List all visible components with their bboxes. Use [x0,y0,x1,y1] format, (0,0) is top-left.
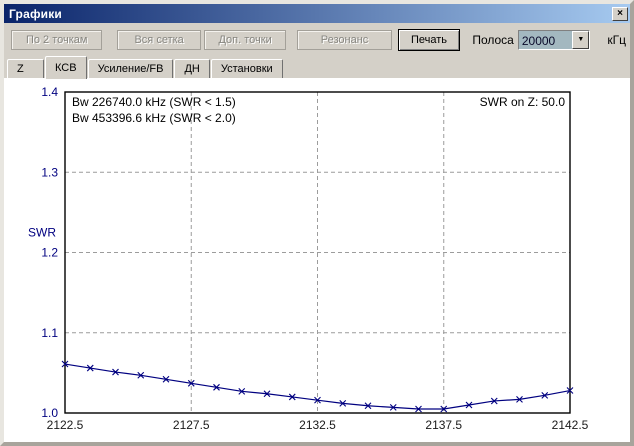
x-tick-label: 2132.5 [299,418,336,432]
titlebar[interactable]: Графики × [4,4,630,23]
x-tick-label: 2137.5 [425,418,462,432]
bandwidth-annotation-1: Bw 226740.0 kHz (SWR < 1.5) [72,95,236,109]
x-tick-label: 2142.5 [552,418,589,432]
print-button[interactable]: Печать [397,28,461,51]
tab-bar: Z КСВ Усиление/FB ДН Установки [4,56,630,79]
gridlines [65,92,570,413]
y-tick-label: 1.2 [41,246,58,260]
band-unit-label: кГц [607,32,626,47]
swr-impedance-annotation: SWR on Z: 50.0 [479,95,565,109]
x-tick-label: 2122.5 [47,418,84,432]
window-title: Графики [9,6,63,21]
tab-z[interactable]: Z [7,59,44,78]
tab-settings[interactable]: Установки [210,59,283,78]
band-dropdown-button[interactable]: ▼ [572,30,590,49]
tab-gain-fb[interactable]: Усиление/FB [87,59,174,78]
chart-area: 1.0 1.1 1.2 1.3 1.4 2122.5 2127.5 2132.5 2137.5 2… [4,78,630,442]
tab-ksv[interactable]: КСВ [45,56,87,79]
whole-grid-button[interactable]: Вся сетка [117,29,201,50]
x-tick-label: 2127.5 [173,418,210,432]
y-tick-label: 1.1 [41,326,58,340]
bandwidth-annotation-2: Bw 453396.6 kHz (SWR < 2.0) [72,111,236,125]
y-tick-label: 1.4 [41,85,58,99]
close-button[interactable]: × [612,6,628,21]
extra-points-button[interactable]: Доп. точки [203,29,287,50]
two-points-button[interactable]: По 2 точкам [11,29,103,50]
resonance-button[interactable]: Резонанс [297,29,392,50]
band-combobox[interactable]: 20000 ▼ [517,29,591,50]
chevron-down-icon: ▼ [577,36,585,43]
swr-chart: 1.01.11.21.31.42122.5 2127.5 2132.5 2137.5 2… [28,85,589,432]
tab-dn[interactable]: ДН [174,59,210,78]
axis-labels: 1.01.11.21.31.42122.5 2127.5 2132.5 2137.5 2… [28,85,589,432]
toolbar: По 2 точкам Вся сетка Доп. точки Резонан… [4,23,630,56]
band-label: Полоса [472,32,514,47]
y-axis-title: SWR [28,225,56,239]
close-icon: × [617,8,623,19]
graphs-window: Графики × По 2 точкам Вся сетка Доп. точ… [0,0,634,446]
band-value: 20000 [521,33,556,48]
y-tick-label: 1.3 [41,165,58,179]
